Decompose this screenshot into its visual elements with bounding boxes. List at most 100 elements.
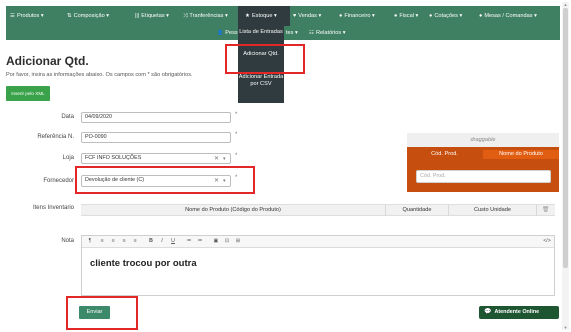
nav-composicao-label: Composição ▾ bbox=[73, 13, 110, 19]
page-instructions: Por favor, insira as informações abaixo.… bbox=[6, 72, 193, 78]
column-nome-produto: Nome do Produto (Código do Produto) bbox=[185, 207, 281, 213]
align-justify-icon[interactable]: ≡ bbox=[131, 236, 139, 247]
nota-editor[interactable]: ¶ ≡ ≡ ≡ ≡ B I U ≔ ≔ ▣ ⊡ ⊞ </> cliente tr… bbox=[81, 235, 555, 296]
table-icon[interactable]: ⊞ bbox=[234, 236, 242, 247]
product-search-body: Cód. Prod. Nome do Produto Cód. Prod. bbox=[407, 147, 559, 192]
nav-financeiro-label: Financeiro ▾ bbox=[344, 13, 375, 19]
bold-icon[interactable]: B bbox=[147, 236, 155, 247]
nav-vendas-label: Vendas ▾ bbox=[298, 13, 322, 19]
clear-icon[interactable]: ✕ bbox=[214, 155, 219, 162]
column-custo-unidade: Custo Unidade bbox=[473, 207, 511, 213]
circle-icon: ● bbox=[394, 13, 398, 19]
menu-item-lista-entradas[interactable]: Lista de Entradas bbox=[238, 29, 284, 36]
loja-select[interactable]: FCF INFO SOLUÇÕES bbox=[81, 153, 231, 164]
circle-icon: ● bbox=[479, 13, 483, 19]
scroll-thumb[interactable] bbox=[563, 8, 568, 268]
required-mark: * bbox=[235, 132, 238, 138]
referencia-label: Referência N. bbox=[37, 134, 74, 140]
align-left-icon[interactable]: ≡ bbox=[98, 236, 106, 247]
video-icon[interactable]: ⊡ bbox=[223, 236, 231, 247]
nav-fragment-label: tes ▾ bbox=[286, 30, 298, 36]
chat-online-button[interactable]: 💬 Atendente Online bbox=[479, 306, 559, 319]
data-input[interactable]: 04/09/2020 bbox=[81, 112, 231, 123]
column-cod-prod[interactable]: Cód. Prod. bbox=[421, 150, 468, 159]
nav-fiscal[interactable]: ● Fiscal ▾ bbox=[394, 6, 418, 26]
nav-financeiro[interactable]: ● Financeiro ▾ bbox=[339, 6, 375, 26]
referencia-input[interactable]: PO-0090 bbox=[81, 132, 231, 143]
nav-cotacoes-label: Cotações ▾ bbox=[434, 13, 463, 19]
clear-icon[interactable]: ✕ bbox=[214, 177, 219, 184]
nav-produtos[interactable]: ☰ Produtos ▾ bbox=[10, 6, 44, 26]
inventory-table-header: Nome do Produto (Código do Produto) Quan… bbox=[81, 204, 555, 216]
chevron-down-icon[interactable]: ▾ bbox=[223, 178, 226, 184]
estoque-dropdown-menu: Lista de Entradas Adicionar Qtd. Adicion… bbox=[238, 26, 284, 103]
circle-icon: ● bbox=[429, 13, 433, 19]
align-center-icon[interactable]: ≡ bbox=[109, 236, 117, 247]
fornecedor-select[interactable]: Devolução de cliente (C) bbox=[81, 175, 231, 187]
trash-icon: 🗑 bbox=[541, 207, 550, 213]
code-view-icon[interactable]: </> bbox=[542, 236, 552, 247]
nav-cotacoes[interactable]: ● Cotações ▾ bbox=[429, 6, 462, 26]
star-icon: ★ bbox=[245, 13, 250, 19]
required-mark: * bbox=[235, 112, 238, 118]
image-icon[interactable]: ▣ bbox=[212, 236, 220, 247]
data-label: Data bbox=[61, 114, 74, 120]
nota-text[interactable]: cliente trocou por outra bbox=[90, 258, 197, 269]
numbered-list-icon[interactable]: ≔ bbox=[196, 236, 204, 247]
nav-vendas[interactable]: ♥ Vendas ▾ bbox=[293, 6, 321, 26]
loja-label: Loja bbox=[62, 155, 74, 161]
scroll-down-icon[interactable]: ▼ bbox=[562, 325, 569, 330]
column-nome-produto[interactable]: Nome do Produto bbox=[483, 150, 559, 159]
required-mark: * bbox=[235, 153, 238, 159]
insert-xml-button[interactable]: Inserir pelo XML bbox=[6, 86, 50, 101]
user-icon: 👤 bbox=[217, 30, 224, 36]
editor-toolbar: ¶ ≡ ≡ ≡ ≡ B I U ≔ ≔ ▣ ⊡ ⊞ </> bbox=[82, 236, 554, 248]
nav-estoque-label: Estoque ▾ bbox=[251, 13, 277, 19]
nav-pessoas-label: Pess bbox=[225, 30, 238, 36]
page-scrollbar[interactable]: ▲ ▼ bbox=[562, 2, 569, 330]
loja-select-value: FCF INFO SOLUÇÕES bbox=[85, 155, 142, 161]
itens-inventario-label: Itens Inventario bbox=[32, 205, 74, 211]
nav-relatorios[interactable]: ☷ Relatórios ▾ bbox=[309, 26, 346, 40]
scroll-up-icon[interactable]: ▲ bbox=[562, 2, 569, 7]
nav-fiscal-label: Fiscal ▾ bbox=[399, 13, 419, 19]
submit-button[interactable]: Enviar bbox=[79, 306, 110, 319]
chat-bubble-icon: 💬 bbox=[484, 309, 492, 315]
paragraph-icon[interactable]: ¶ bbox=[86, 236, 94, 247]
barcode-icon: ||| bbox=[135, 13, 140, 19]
underline-icon[interactable]: U bbox=[169, 236, 177, 247]
menu-item-adicionar-entrada-csv[interactable]: Adicionar Entrada por CSV bbox=[238, 74, 284, 88]
nav-hidden-fragment: tes ▾ bbox=[286, 26, 298, 40]
page-title: Adicionar Qtd. bbox=[6, 54, 89, 68]
required-mark: * bbox=[235, 175, 238, 181]
heart-icon: ♥ bbox=[293, 13, 297, 19]
fornecedor-label: Fornecedor bbox=[43, 178, 74, 184]
column-quantidade: Quantidade bbox=[402, 207, 432, 213]
nav-mesas[interactable]: ● Mesas / Comandas ▾ bbox=[479, 6, 537, 26]
circle-icon: ● bbox=[339, 13, 343, 19]
product-search-panel: draggable Cód. Prod. Nome do Produto Cód… bbox=[407, 133, 559, 192]
nav-transferencias[interactable]: ⤨ Tranferências ▾ bbox=[183, 6, 228, 26]
menu-item-adicionar-qtd[interactable]: Adicionar Qtd. bbox=[238, 51, 284, 58]
top-navbar: ☰ Produtos ▾ ⇅ Composição ▾ ||| Etiquetas ▾… bbox=[6, 6, 560, 26]
drag-handle[interactable]: draggable bbox=[407, 133, 559, 147]
nav-pessoas[interactable]: 👤 Pess bbox=[217, 26, 238, 40]
shuffle-icon: ⤨ bbox=[183, 13, 188, 19]
nav-composicao[interactable]: ⇅ Composição ▾ bbox=[67, 6, 109, 26]
nav-etiquetas-label: Etiquetas ▾ bbox=[141, 13, 169, 19]
align-right-icon[interactable]: ≡ bbox=[120, 236, 128, 247]
nav-relatorios-label: Relatórios ▾ bbox=[316, 30, 346, 36]
bullet-list-icon[interactable]: ≔ bbox=[185, 236, 193, 247]
italic-icon[interactable]: I bbox=[158, 236, 166, 247]
nav-transferencias-label: Tranferências ▾ bbox=[189, 13, 228, 19]
cod-prod-input[interactable]: Cód. Prod. bbox=[416, 170, 551, 183]
nav-produtos-label: Produtos ▾ bbox=[16, 13, 44, 19]
chevron-down-icon[interactable]: ▾ bbox=[223, 156, 226, 162]
nota-label: Nota bbox=[61, 238, 74, 244]
nav-estoque[interactable]: ★ Estoque ▾ bbox=[238, 6, 290, 26]
list-icon: ☰ bbox=[10, 13, 15, 19]
fornecedor-select-value: Devolução de cliente (C) bbox=[85, 177, 145, 183]
table-icon: ☷ bbox=[309, 30, 315, 36]
nav-etiquetas[interactable]: ||| Etiquetas ▾ bbox=[135, 6, 169, 26]
sort-icon: ⇅ bbox=[67, 13, 72, 19]
